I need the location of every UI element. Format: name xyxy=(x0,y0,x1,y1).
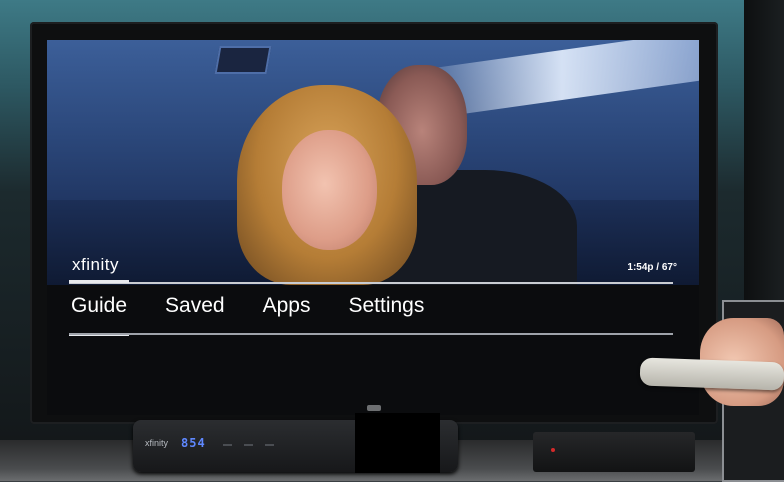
redacted-area xyxy=(355,413,440,473)
remote-control[interactable] xyxy=(639,357,784,391)
menu-item-saved[interactable]: Saved xyxy=(163,292,227,326)
tv-screen: xfinity 1:54p / 67° Guide Saved Apps Set… xyxy=(47,40,699,415)
clock-temperature: 1:54p / 67° xyxy=(627,262,677,273)
menu-item-guide[interactable]: Guide xyxy=(69,280,130,336)
woman-face xyxy=(282,130,377,250)
tv-brand-badge xyxy=(367,405,381,411)
menu-divider-bottom xyxy=(69,333,673,335)
box-button[interactable] xyxy=(265,444,274,446)
power-led-icon xyxy=(551,448,555,452)
box-button[interactable] xyxy=(223,444,232,446)
av-receiver xyxy=(533,432,695,472)
main-menu: Guide Saved Apps Settings xyxy=(69,280,426,336)
overhead-vent xyxy=(214,46,272,74)
box-button[interactable] xyxy=(244,444,253,446)
cable-box-buttons xyxy=(223,444,274,446)
cable-box-logo: xfinity xyxy=(145,438,169,448)
xfinity-logo: xfinity xyxy=(72,255,119,274)
menu-divider-top xyxy=(69,282,673,284)
menu-item-settings[interactable]: Settings xyxy=(346,292,426,326)
channel-display: 854 xyxy=(181,436,206,450)
video-preview[interactable] xyxy=(47,40,699,285)
menu-item-apps[interactable]: Apps xyxy=(261,292,313,326)
